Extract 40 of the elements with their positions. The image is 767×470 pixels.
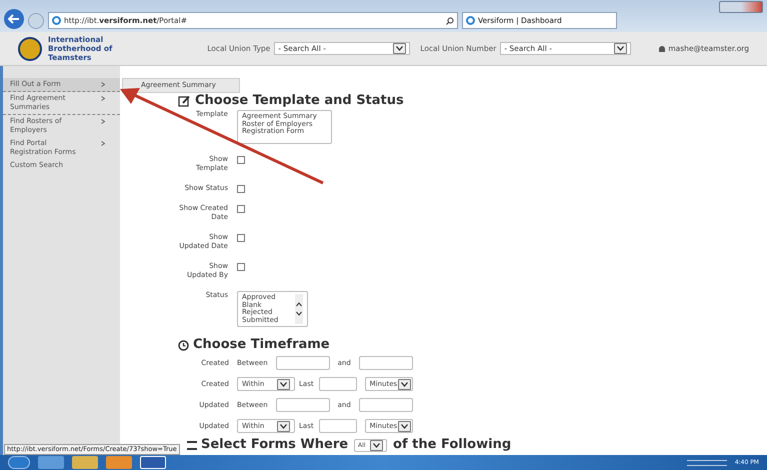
amount-input[interactable] [318,419,357,433]
scroll-arrows-icon[interactable] [295,294,303,324]
section-heading: Choose Template and Status [195,92,404,110]
emblem-icon [18,36,42,60]
section-heading: of the Following [393,436,512,454]
dropdown-arrow-icon[interactable] [398,420,411,432]
chevron-icon [101,82,105,87]
clock-icon [178,340,189,350]
chevron-icon [101,119,105,124]
browser-logo-icon [466,16,475,25]
edit-icon [178,95,191,107]
window-controls[interactable] [719,1,763,13]
dropdown-arrow-icon[interactable] [393,43,406,54]
user-icon [659,46,666,52]
document-app-icon[interactable] [140,456,166,469]
amount-input[interactable] [318,377,357,391]
date-input[interactable] [358,398,413,412]
dropdown-arrow-icon[interactable] [614,43,628,54]
chevron-icon [101,96,105,101]
start-button[interactable] [8,456,30,469]
browser-logo-icon [52,16,61,25]
checkbox[interactable] [237,263,245,271]
checkbox[interactable] [237,185,245,193]
checkbox[interactable] [237,156,245,164]
dropdown-arrow-icon[interactable] [370,440,384,450]
dropdown-arrow-icon[interactable] [398,378,411,390]
tray-icons[interactable] [686,460,727,466]
dropdown-arrow-icon[interactable] [277,420,290,432]
date-input[interactable] [358,356,413,370]
dropdown-arrow-icon[interactable] [277,378,290,390]
search-icon[interactable] [446,16,454,24]
checkbox[interactable] [237,234,245,242]
chevron-icon [101,141,105,146]
checkbox[interactable] [237,205,245,213]
date-input[interactable] [276,398,330,412]
list-icon [187,440,197,450]
back-icon[interactable] [4,9,24,29]
date-input[interactable] [276,356,330,370]
section-heading: Select Forms Where [201,436,348,454]
section-heading: Choose Timeframe [193,336,330,354]
